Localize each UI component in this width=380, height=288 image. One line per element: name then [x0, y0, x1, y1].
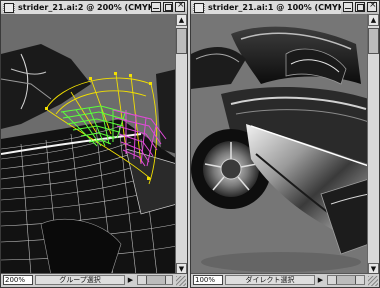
minimize-icon[interactable]: [151, 2, 161, 12]
status-bar: 200% グループ選択 ▶: [1, 273, 187, 287]
current-tool-display[interactable]: グループ選択: [35, 275, 125, 285]
motorcycle-outline-artwork: [1, 14, 177, 275]
minimize-icon[interactable]: [343, 2, 353, 12]
close-box-icon[interactable]: [194, 3, 204, 13]
title-bar[interactable]: strider_21.ai:2 @ 200% (CMYK/アウトライン): [1, 1, 187, 15]
horizontal-scrollbar[interactable]: [327, 275, 365, 285]
vertical-scrollbar[interactable]: ▲ ▼: [175, 14, 187, 275]
zoom-level-field[interactable]: 100%: [193, 275, 223, 285]
current-tool-display[interactable]: ダイレクト選択: [225, 275, 315, 285]
horizontal-scroll-thumb[interactable]: [146, 276, 166, 284]
close-icon[interactable]: [175, 1, 185, 12]
scroll-up-arrow-icon[interactable]: ▲: [176, 14, 187, 26]
status-menu-arrow-icon[interactable]: ▶: [316, 275, 325, 285]
maximize-icon[interactable]: [355, 2, 365, 12]
horizontal-scrollbar[interactable]: [137, 275, 173, 285]
scroll-thumb[interactable]: [368, 28, 379, 54]
resize-grip-icon[interactable]: [176, 276, 186, 286]
close-icon[interactable]: [367, 1, 377, 12]
horizontal-scroll-thumb[interactable]: [336, 276, 356, 284]
artboard-outline-view[interactable]: [1, 14, 177, 275]
document-window-preview[interactable]: strider_21.ai:1 @ 100% (CMYK/プレビュー: [190, 0, 380, 288]
resize-grip-icon[interactable]: [368, 276, 378, 286]
document-window-outline[interactable]: strider_21.ai:2 @ 200% (CMYK/アウトライン): [0, 0, 188, 288]
motorcycle-preview-artwork: [191, 14, 369, 275]
status-bar: 100% ダイレクト選択 ▶: [191, 273, 379, 287]
status-menu-arrow-icon[interactable]: ▶: [126, 275, 135, 285]
scroll-thumb[interactable]: [176, 28, 187, 54]
close-box-icon[interactable]: [4, 3, 14, 13]
window-title: strider_21.ai:2 @ 200% (CMYK/アウトライン): [15, 1, 151, 14]
vertical-scrollbar[interactable]: ▲ ▼: [367, 14, 379, 275]
artboard-preview-view[interactable]: [191, 14, 369, 275]
scroll-up-arrow-icon[interactable]: ▲: [368, 14, 379, 26]
maximize-icon[interactable]: [163, 2, 173, 12]
window-title: strider_21.ai:1 @ 100% (CMYK/プレビュー: [205, 1, 341, 14]
title-bar[interactable]: strider_21.ai:1 @ 100% (CMYK/プレビュー: [191, 1, 379, 15]
zoom-level-field[interactable]: 200%: [3, 275, 33, 285]
